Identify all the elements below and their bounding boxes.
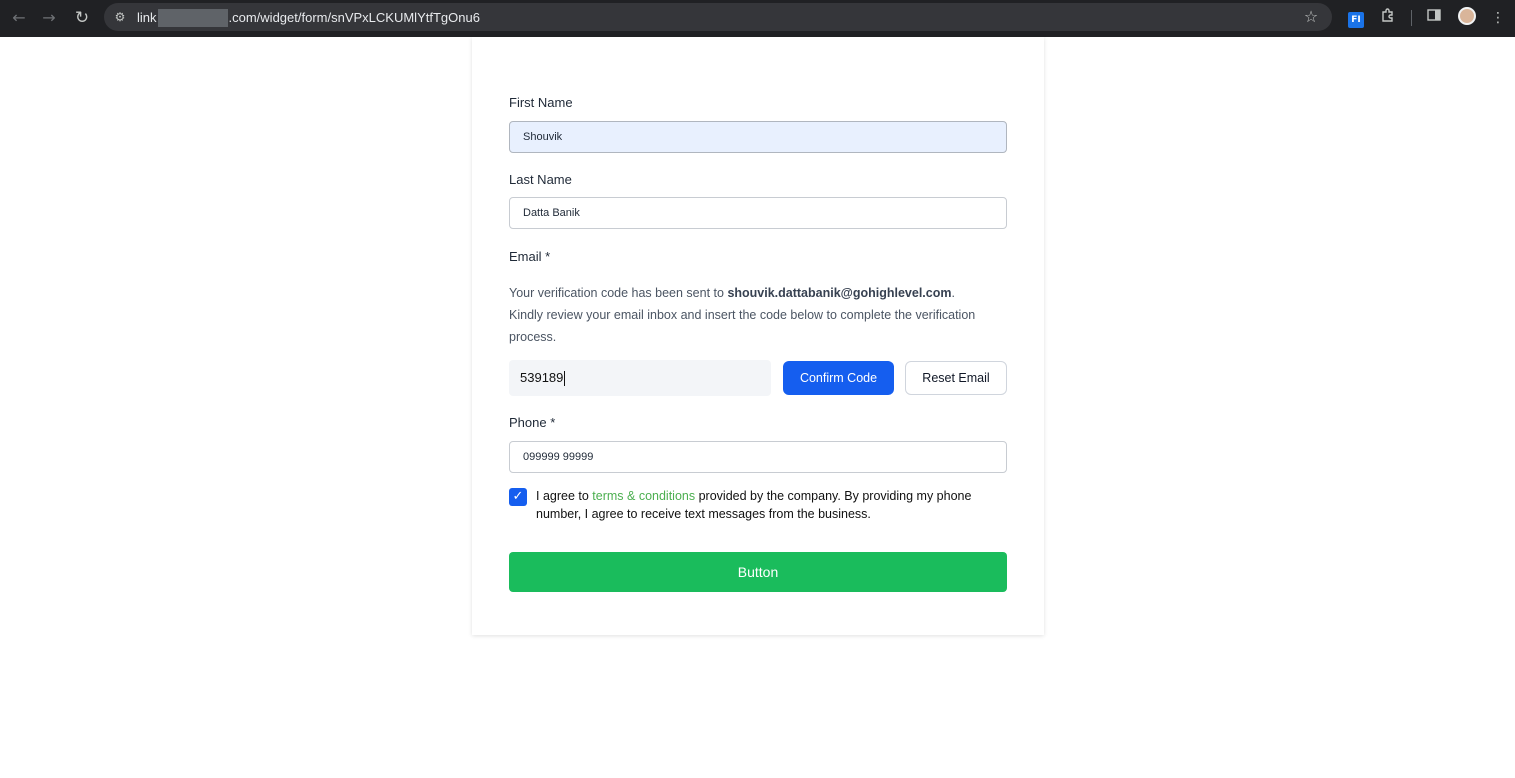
extension-label: FI bbox=[1348, 12, 1364, 28]
verification-text-1: Your verification code has been sent to bbox=[509, 286, 728, 300]
consent-checkbox[interactable]: ✓ bbox=[509, 488, 527, 506]
extensions-puzzle-icon[interactable] bbox=[1377, 7, 1399, 29]
verification-code-value: 539189 bbox=[520, 370, 564, 385]
verification-code-input[interactable]: 539189 bbox=[509, 360, 771, 396]
url-text[interactable]: link .com/widget/form/snVPxLCKUMlYtfTgOnu… bbox=[137, 9, 480, 27]
verification-text-2: . bbox=[951, 286, 955, 300]
bookmark-star-icon[interactable]: ☆ bbox=[1301, 7, 1321, 27]
extension-icon[interactable]: FI bbox=[1345, 7, 1367, 29]
url-prefix: link bbox=[137, 10, 157, 25]
email-label: Email * bbox=[509, 249, 551, 264]
verification-message: Your verification code has been sent to … bbox=[509, 282, 989, 348]
url-suffix: .com/widget/form/snVPxLCKUMlYtfTgOnu6 bbox=[228, 10, 480, 25]
terms-link[interactable]: terms & conditions bbox=[592, 489, 695, 503]
last-name-input[interactable]: Datta Banik bbox=[509, 197, 1007, 229]
confirm-code-button[interactable]: Confirm Code bbox=[783, 361, 894, 395]
submit-button[interactable]: Button bbox=[509, 552, 1007, 592]
site-settings-icon[interactable]: ⚙ bbox=[112, 9, 128, 25]
kebab-menu-icon[interactable]: ⋮ bbox=[1487, 7, 1509, 29]
url-redaction bbox=[157, 9, 228, 27]
first-name-input[interactable]: Shouvik bbox=[509, 121, 1007, 153]
profile-avatar[interactable] bbox=[1458, 7, 1476, 25]
form-card: First Name Shouvik Last Name Datta Banik… bbox=[472, 37, 1044, 635]
forward-icon[interactable]: → bbox=[37, 6, 61, 30]
reload-icon[interactable]: ↻ bbox=[70, 6, 94, 30]
toolbar-divider bbox=[1411, 10, 1412, 26]
phone-label: Phone * bbox=[509, 415, 556, 430]
back-icon[interactable]: ← bbox=[7, 6, 31, 30]
verification-email: shouvik.dattabanik@gohighlevel.com bbox=[727, 286, 952, 300]
phone-input[interactable]: 099999 99999 bbox=[509, 441, 1007, 473]
last-name-label: Last Name bbox=[509, 172, 572, 187]
side-panel-icon[interactable] bbox=[1423, 7, 1445, 29]
address-bar[interactable]: ⚙ link .com/widget/form/snVPxLCKUMlYtfTgO… bbox=[104, 3, 1332, 31]
consent-text: I agree to terms & conditions provided b… bbox=[536, 487, 1016, 523]
first-name-label: First Name bbox=[509, 95, 573, 110]
reset-email-button[interactable]: Reset Email bbox=[905, 361, 1007, 395]
text-caret bbox=[564, 371, 566, 387]
consent-prefix: I agree to bbox=[536, 489, 593, 503]
browser-toolbar: ← → ↻ ⚙ link .com/widget/form/snVPxLCKUMl… bbox=[0, 0, 1515, 37]
verification-text-3: Kindly review your email inbox and inser… bbox=[509, 308, 976, 344]
